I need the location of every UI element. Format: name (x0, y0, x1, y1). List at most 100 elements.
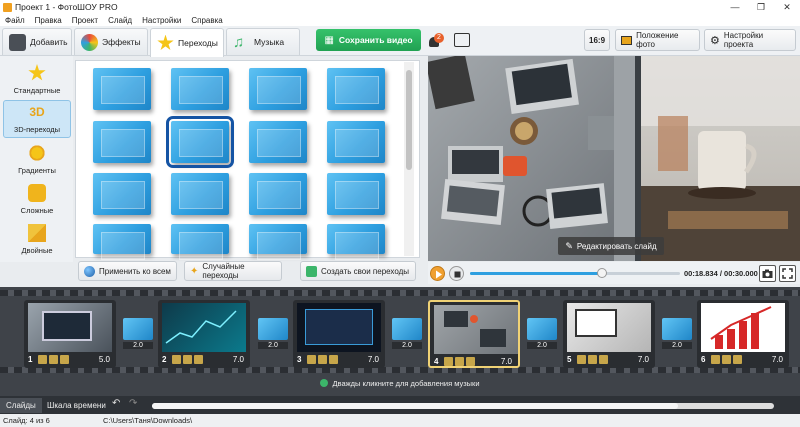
transition-thumb[interactable] (171, 224, 229, 260)
undo-icon[interactable]: ↶ (112, 398, 120, 409)
strip-scrollbar[interactable] (152, 403, 774, 409)
transition-duration: 2.0 (258, 342, 288, 349)
3d-icon: 3D (29, 105, 45, 119)
transition-thumb[interactable] (327, 224, 385, 260)
zoom-icon[interactable] (318, 355, 327, 364)
tab-effects[interactable]: Эффекты (74, 28, 148, 55)
notifications-button[interactable]: 2 (428, 33, 444, 49)
save-video-label: Сохранить видео (338, 35, 413, 45)
grid-icon[interactable] (60, 355, 69, 364)
category-gradients[interactable]: Градиенты (3, 140, 71, 178)
slide-1[interactable]: 1 5.0 (24, 300, 116, 368)
transition-thumb[interactable] (93, 121, 151, 163)
seek-bar[interactable] (470, 268, 680, 278)
preview-area[interactable] (428, 56, 800, 261)
slide-transition[interactable]: 2.0 (258, 318, 290, 354)
edit-icon[interactable] (577, 355, 586, 364)
zoom-icon[interactable] (588, 355, 597, 364)
slide-6[interactable]: 6 7.0 (697, 300, 789, 368)
redo-icon[interactable]: ↷ (129, 398, 137, 409)
slide-tools (444, 357, 478, 366)
menu-edit[interactable]: Правка (30, 16, 67, 25)
menu-project[interactable]: Проект (67, 16, 103, 25)
zoom-icon[interactable] (455, 357, 464, 366)
grid-icon[interactable] (329, 355, 338, 364)
category-standard[interactable]: Стандартные (3, 60, 71, 98)
edit-icon[interactable] (38, 355, 47, 364)
menu-help[interactable]: Справка (186, 16, 227, 25)
category-3d[interactable]: 3D 3D-переходы (3, 100, 71, 138)
maximize-button[interactable]: ❐ (748, 2, 774, 13)
edit-slide-button[interactable]: ✎ Редактировать слайд (558, 237, 664, 255)
transition-thumb[interactable] (249, 68, 307, 110)
minimize-button[interactable]: — (722, 2, 748, 12)
zoom-icon[interactable] (49, 355, 58, 364)
menu-slide[interactable]: Слайд (103, 16, 137, 25)
slide-4[interactable]: 4 7.0 (428, 300, 520, 368)
slide-2[interactable]: 2 7.0 (158, 300, 250, 368)
stop-button[interactable] (449, 266, 464, 281)
tab-slides[interactable]: Слайды (0, 398, 42, 413)
tab-timeline[interactable]: Шкала времени (41, 398, 112, 413)
slide-3[interactable]: 3 7.0 (293, 300, 385, 368)
transition-thumb[interactable] (93, 224, 151, 260)
transition-thumb[interactable] (249, 121, 307, 163)
slide-5[interactable]: 5 7.0 (563, 300, 655, 368)
apply-all-button[interactable]: Применить ко всем (78, 261, 177, 281)
category-complex[interactable]: Сложные (3, 180, 71, 218)
transition-thumb[interactable] (171, 68, 229, 110)
grid-scroll-thumb[interactable] (406, 70, 412, 170)
tab-music[interactable]: ♫ Музыка (226, 28, 300, 55)
grid-icon[interactable] (733, 355, 742, 364)
fullscreen-icon (782, 268, 793, 279)
category-double[interactable]: Двойные (3, 220, 71, 258)
grid-icon[interactable] (466, 357, 475, 366)
project-settings-label: Настройки проекта (723, 31, 764, 49)
transition-thumb[interactable] (327, 121, 385, 163)
aspect-ratio-button[interactable]: 16:9 (584, 29, 610, 51)
slide-number: 1 (28, 355, 33, 364)
grid-scrollbar[interactable] (404, 62, 414, 256)
photo-position-button[interactable]: Положение фото (615, 29, 700, 51)
grid-icon[interactable] (599, 355, 608, 364)
music-track-area[interactable]: Дважды кликните для добавления музыки (0, 374, 800, 392)
tab-add[interactable]: Добавить (2, 28, 72, 55)
transition-thumb[interactable] (93, 68, 151, 110)
seek-knob[interactable] (596, 268, 607, 278)
grid-icon[interactable] (194, 355, 203, 364)
slide-transition[interactable]: 2.0 (392, 318, 424, 354)
transition-thumb[interactable] (327, 173, 385, 215)
transition-thumb[interactable] (249, 224, 307, 260)
transition-duration: 2.0 (662, 342, 692, 349)
zoom-icon[interactable] (183, 355, 192, 364)
menu-file[interactable]: Файл (0, 16, 30, 25)
transition-thumb[interactable] (327, 68, 385, 110)
photo-gallery-icon[interactable] (454, 33, 470, 47)
slide-transition[interactable]: 2.0 (662, 318, 694, 354)
edit-icon[interactable] (444, 357, 453, 366)
magic-wand-icon: ✦ (190, 265, 199, 277)
edit-icon[interactable] (172, 355, 181, 364)
transition-thumb-selected[interactable] (166, 116, 234, 168)
title-bar: Проект 1 - ФотоШОУ PRO — ❐ ✕ (0, 0, 800, 14)
fullscreen-button[interactable] (779, 265, 796, 282)
transition-thumb[interactable] (171, 173, 229, 215)
create-transitions-button[interactable]: Создать свои переходы (300, 261, 416, 281)
slide-transition[interactable]: 2.0 (123, 318, 155, 354)
tab-transitions[interactable]: Переходы (150, 28, 224, 57)
snapshot-button[interactable] (759, 265, 776, 282)
transition-thumb[interactable] (249, 173, 307, 215)
random-transitions-button[interactable]: ✦ Случайные переходы (184, 261, 282, 281)
strip-scroll-thumb[interactable] (152, 403, 678, 409)
edit-icon[interactable] (307, 355, 316, 364)
transition-thumb[interactable] (93, 173, 151, 215)
edit-icon[interactable] (711, 355, 720, 364)
play-button[interactable] (430, 266, 445, 281)
menu-settings[interactable]: Настройки (137, 16, 186, 25)
close-button[interactable]: ✕ (774, 2, 800, 13)
zoom-icon[interactable] (722, 355, 731, 364)
slide-transition[interactable]: 2.0 (527, 318, 559, 354)
save-video-button[interactable]: ▦ Сохранить видео (316, 29, 421, 51)
slide-tools (172, 355, 206, 364)
project-settings-button[interactable]: ⚙ Настройки проекта (704, 29, 796, 51)
